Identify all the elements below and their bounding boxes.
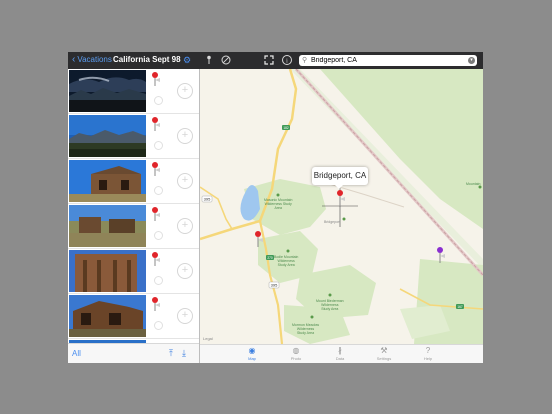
add-icon[interactable]: + <box>177 308 193 324</box>
back-button[interactable]: ‹ Vacations <box>72 53 112 65</box>
list-bottom-bar: All ⤒ ⤓ <box>68 343 199 363</box>
sort-bottom-icon[interactable]: ⤓ <box>182 348 186 358</box>
location-status-icon <box>154 141 163 150</box>
gear-icon[interactable]: ⚙ <box>181 54 193 66</box>
pin-icon[interactable] <box>203 54 215 66</box>
app-window: ‹ Vacations California Sept 98 ⚙ i ⚲ ▾ <box>68 52 483 363</box>
list-item[interactable]: + <box>68 159 199 204</box>
red-pin-icon[interactable] <box>151 251 161 267</box>
map-label-biederman: Mount Biederman Wilderness Study Area <box>316 299 344 311</box>
list-item[interactable]: + <box>68 204 199 249</box>
photo-thumbnail[interactable] <box>69 250 146 292</box>
highway-shield-label: 270 <box>267 256 273 260</box>
info-icon[interactable]: i <box>281 54 293 66</box>
highway-shield-label: 167 <box>457 305 463 309</box>
map-label-bridgeport: Bridgeport <box>324 220 341 224</box>
tab-help[interactable]: ? Help <box>414 346 442 363</box>
search-input[interactable] <box>311 55 461 66</box>
tab-settings[interactable]: ⚒ Settings <box>370 346 398 363</box>
question-icon: ? <box>425 346 431 355</box>
add-icon[interactable]: + <box>177 83 193 99</box>
location-status-icon <box>154 186 163 195</box>
add-icon[interactable]: + <box>177 128 193 144</box>
list-item[interactable]: + <box>68 114 199 159</box>
tab-label: Help <box>423 356 433 361</box>
purple-pin-icon[interactable] <box>436 246 446 264</box>
map-label-bodie: Bodie Mountain Wilderness Study Area <box>274 255 299 267</box>
map-label-mountain: Mountain <box>466 182 481 186</box>
chevron-left-icon: ‹ <box>72 53 76 65</box>
red-pin-icon[interactable] <box>151 116 161 132</box>
red-pin-icon[interactable] <box>254 230 264 248</box>
red-pin-icon[interactable] <box>336 189 346 207</box>
tab-label: Data <box>335 356 345 361</box>
tab-map[interactable]: ◉ Map <box>238 346 266 363</box>
data-icon: ∦ <box>338 346 342 355</box>
photo-thumbnail[interactable] <box>69 70 146 112</box>
photo-thumbnail[interactable] <box>69 205 146 247</box>
map-label-mormon: Mormon Meadow Wilderness Study Area <box>292 323 320 335</box>
red-pin-icon[interactable] <box>151 206 161 222</box>
photo-thumbnail[interactable] <box>69 160 146 202</box>
red-pin-icon[interactable] <box>151 161 161 177</box>
location-callout[interactable]: Bridgeport, CA <box>312 167 368 189</box>
back-label: Vacations <box>77 55 112 64</box>
highway-shield-label: 395 <box>204 197 211 202</box>
search-icon: ⚲ <box>302 57 308 64</box>
list-item[interactable]: + <box>68 294 199 339</box>
location-status-icon <box>154 321 163 330</box>
globe-icon: ◉ <box>248 346 256 355</box>
highway-shield-label: 182 <box>283 126 289 130</box>
list-item[interactable]: + <box>68 69 199 114</box>
prohibit-icon[interactable] <box>220 54 232 66</box>
location-status-icon <box>154 96 163 105</box>
expand-icon[interactable] <box>263 54 275 66</box>
photo-list: + + + + + + All ⤒ ⤓ <box>68 69 200 363</box>
tab-label: Photo <box>290 356 302 361</box>
add-icon[interactable]: + <box>177 218 193 234</box>
tab-photo[interactable]: ◍ Photo <box>282 346 310 363</box>
map-label-masonic: Masonic Mountain Wilderness Study Area <box>264 198 293 210</box>
add-icon[interactable]: + <box>177 173 193 189</box>
highway-shield-label: 395 <box>271 283 278 288</box>
camera-icon: ◍ <box>292 346 300 355</box>
tab-label: Map <box>248 356 256 361</box>
location-status-icon <box>154 231 163 240</box>
chevron-down-icon[interactable]: ▾ <box>468 57 475 64</box>
photo-thumbnail[interactable] <box>69 295 146 337</box>
add-icon[interactable]: + <box>177 263 193 279</box>
location-status-icon <box>154 276 163 285</box>
legal-link[interactable]: Legal <box>203 336 213 341</box>
svg-text:i: i <box>286 59 288 65</box>
red-pin-icon[interactable] <box>151 71 161 87</box>
photo-thumbnail[interactable] <box>69 115 146 157</box>
album-title: California Sept 98 <box>113 55 181 64</box>
location-search[interactable]: ⚲ ▾ <box>299 55 477 66</box>
tab-bar: ◉ Map ◍ Photo ∦ Data ⚒ Settings ? Help <box>200 344 483 363</box>
wrench-icon: ⚒ <box>380 346 388 355</box>
sort-top-icon[interactable]: ⤒ <box>169 348 173 358</box>
list-item[interactable]: + <box>68 249 199 294</box>
map-view[interactable]: 395 182 395 270 167 Masonic Mountain Wil… <box>200 69 483 344</box>
tab-label: Settings <box>376 356 392 361</box>
red-pin-icon[interactable] <box>151 296 161 312</box>
all-button[interactable]: All <box>72 349 81 358</box>
top-toolbar: ‹ Vacations California Sept 98 ⚙ i ⚲ ▾ <box>68 52 483 69</box>
tab-data[interactable]: ∦ Data <box>326 346 354 363</box>
